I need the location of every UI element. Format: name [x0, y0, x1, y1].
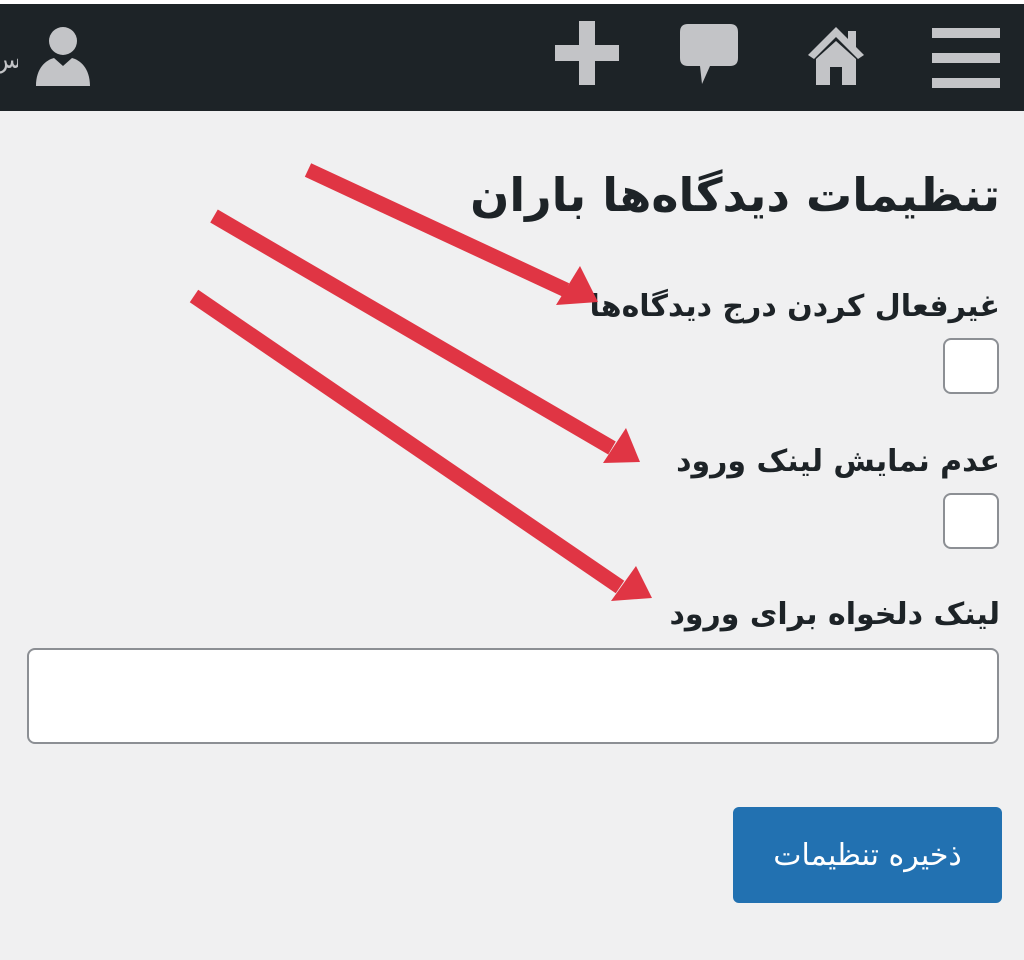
menu-icon[interactable] — [932, 28, 1000, 88]
plus-icon[interactable] — [555, 21, 619, 85]
custom-login-link-label: لینک دلخواه برای ورود — [669, 597, 1000, 632]
custom-login-link-input[interactable] — [27, 648, 999, 744]
hide-login-link-label: عدم نمایش لینک ورود — [676, 444, 1000, 479]
user-name-partial: س — [0, 46, 18, 74]
home-icon[interactable] — [806, 25, 866, 87]
disable-comments-label: غیرفعال کردن درج دیدگاه‌ها — [589, 289, 1000, 324]
user-icon[interactable] — [34, 24, 92, 88]
settings-panel: تنظیمات دیدگاه‌ها باران غیرفعال کردن درج… — [0, 111, 1024, 960]
admin-bar: س — [0, 4, 1024, 111]
comment-icon[interactable] — [680, 24, 738, 86]
hide-login-link-checkbox[interactable] — [943, 493, 999, 549]
page-title: تنظیمات دیدگاه‌ها باران — [470, 168, 1000, 222]
save-settings-button[interactable]: ذخیره تنظیمات — [733, 807, 1002, 903]
disable-comments-checkbox[interactable] — [943, 338, 999, 394]
